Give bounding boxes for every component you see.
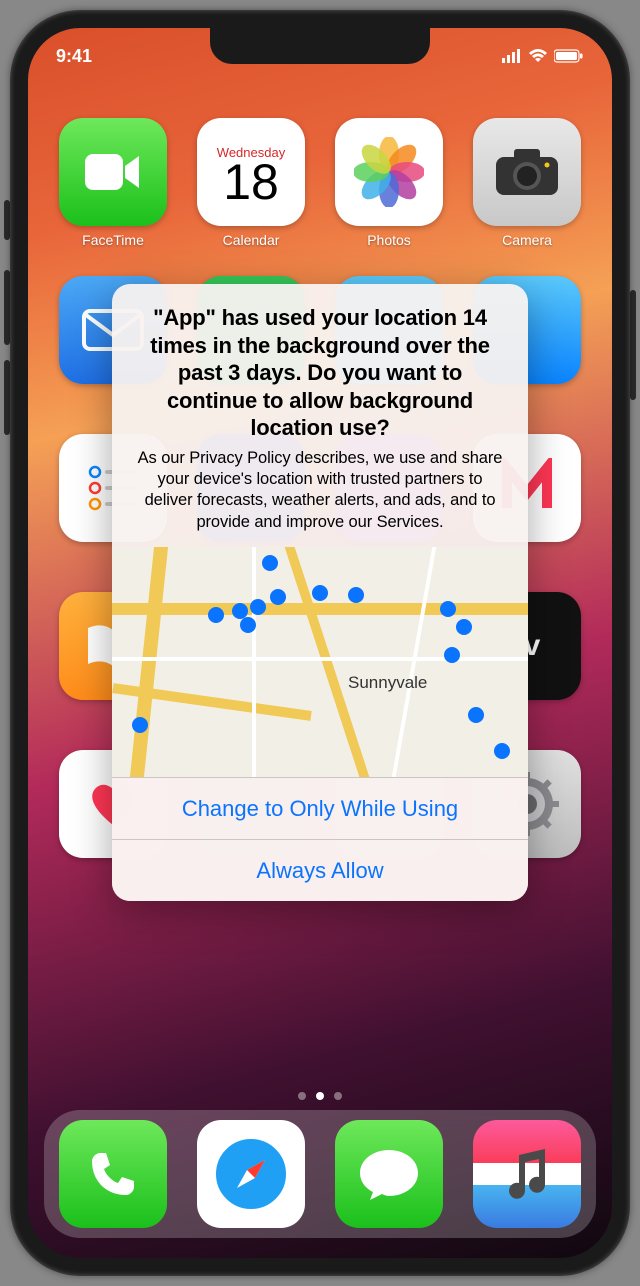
app-label: Calendar	[223, 232, 280, 248]
status-time: 9:41	[56, 46, 92, 67]
app-calendar[interactable]: Wednesday 18 Calendar	[192, 118, 310, 248]
location-permission-alert: "App" has used your location 14 times in…	[112, 284, 528, 901]
cellular-icon	[502, 49, 522, 63]
dock-phone[interactable]	[59, 1120, 167, 1228]
phone-frame: 9:41 FaceTime	[10, 10, 630, 1276]
change-to-only-while-using-button[interactable]: Change to Only While Using	[112, 777, 528, 839]
page-indicator[interactable]	[28, 1092, 612, 1100]
alert-map: Sunnyvale	[112, 547, 528, 777]
alert-title: "App" has used your location 14 times in…	[134, 304, 506, 442]
app-label: Camera	[502, 232, 552, 248]
notch	[210, 28, 430, 64]
app-photos[interactable]: Photos	[330, 118, 448, 248]
app-facetime[interactable]: FaceTime	[54, 118, 172, 248]
app-label: Photos	[367, 232, 411, 248]
app-camera[interactable]: Camera	[468, 118, 586, 248]
wifi-icon	[528, 49, 548, 63]
dock-messages[interactable]	[335, 1120, 443, 1228]
calendar-date: 18	[223, 160, 279, 205]
alert-description: As our Privacy Policy describes, we use …	[134, 448, 506, 534]
map-city-label: Sunnyvale	[348, 673, 427, 693]
always-allow-button[interactable]: Always Allow	[112, 839, 528, 901]
phone-screen: 9:41 FaceTime	[28, 28, 612, 1258]
dock	[44, 1110, 596, 1238]
dock-music[interactable]	[473, 1120, 581, 1228]
app-label: FaceTime	[82, 232, 144, 248]
battery-icon	[554, 49, 584, 63]
dock-safari[interactable]	[197, 1120, 305, 1228]
